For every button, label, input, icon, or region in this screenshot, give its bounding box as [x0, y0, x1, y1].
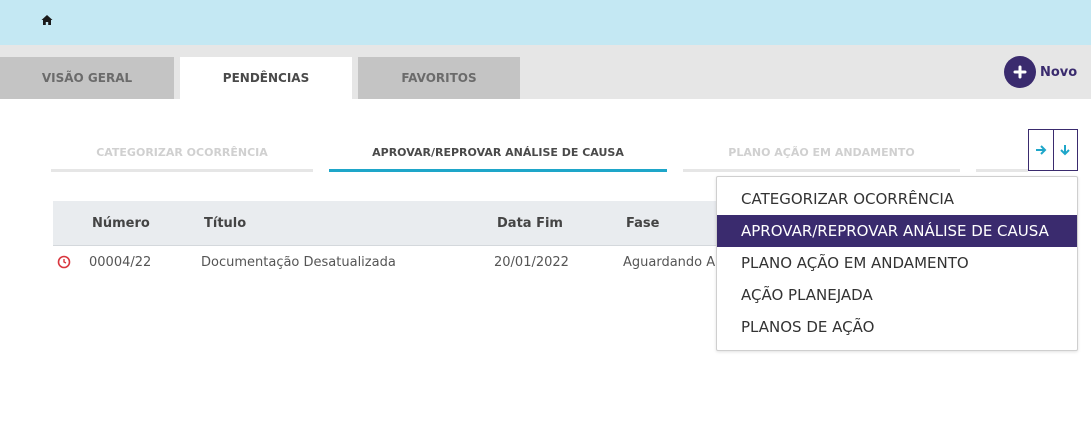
cell-titulo: Documentação Desatualizada [201, 254, 396, 270]
subtab-plano-acao-andamento[interactable]: PLANO AÇÃO EM ANDAMENTO [683, 136, 960, 172]
tab-pendencias[interactable]: PENDÊNCIAS [180, 57, 352, 99]
table-row[interactable]: 00004/22 Documentação Desatualizada 20/0… [53, 246, 743, 278]
tab-visao-geral[interactable]: VISÃO GERAL [0, 57, 174, 99]
top-bar [0, 0, 1091, 45]
subtab-categorizar-ocorrencia[interactable]: CATEGORIZAR OCORRÊNCIA [51, 136, 313, 172]
clock-icon [57, 255, 71, 269]
menu-item-acao-planejada[interactable]: AÇÃO PLANEJADA [717, 279, 1077, 311]
subtab-dropdown-menu: CATEGORIZAR OCORRÊNCIA APROVAR/REPROVAR … [716, 176, 1078, 351]
menu-item-categorizar-ocorrencia[interactable]: CATEGORIZAR OCORRÊNCIA [717, 183, 1077, 215]
cell-data-fim: 20/01/2022 [494, 254, 569, 270]
home-icon[interactable] [41, 14, 53, 26]
plus-icon [1004, 56, 1036, 88]
menu-item-planos-de-acao[interactable]: PLANOS DE AÇÃO [717, 311, 1077, 343]
column-numero[interactable]: Número [92, 201, 150, 245]
column-data-fim[interactable]: Data Fim [497, 201, 563, 245]
menu-item-plano-acao-andamento[interactable]: PLANO AÇÃO EM ANDAMENTO [717, 247, 1077, 279]
arrow-right-icon[interactable] [1029, 130, 1053, 170]
menu-item-aprovar-reprovar[interactable]: APROVAR/REPROVAR ANÁLISE DE CAUSA [717, 215, 1077, 247]
subtab-scroll-controls [1028, 129, 1078, 171]
tab-favoritos[interactable]: FAVORITOS [358, 57, 520, 99]
subtab-aprovar-reprovar[interactable]: APROVAR/REPROVAR ANÁLISE DE CAUSA [329, 136, 667, 172]
column-titulo[interactable]: Título [204, 201, 246, 245]
arrow-down-icon[interactable] [1052, 130, 1078, 170]
column-fase[interactable]: Fase [626, 201, 659, 245]
novo-button[interactable]: Novo [1004, 56, 1077, 88]
table-header: Número Título Data Fim Fase [53, 201, 743, 246]
cell-fase: Aguardando A [623, 254, 716, 270]
cell-numero: 00004/22 [89, 254, 152, 270]
novo-label: Novo [1040, 64, 1078, 80]
tabs-bar: VISÃO GERAL PENDÊNCIAS FAVORITOS [0, 45, 1091, 99]
subtab-overflow[interactable] [976, 136, 1028, 172]
